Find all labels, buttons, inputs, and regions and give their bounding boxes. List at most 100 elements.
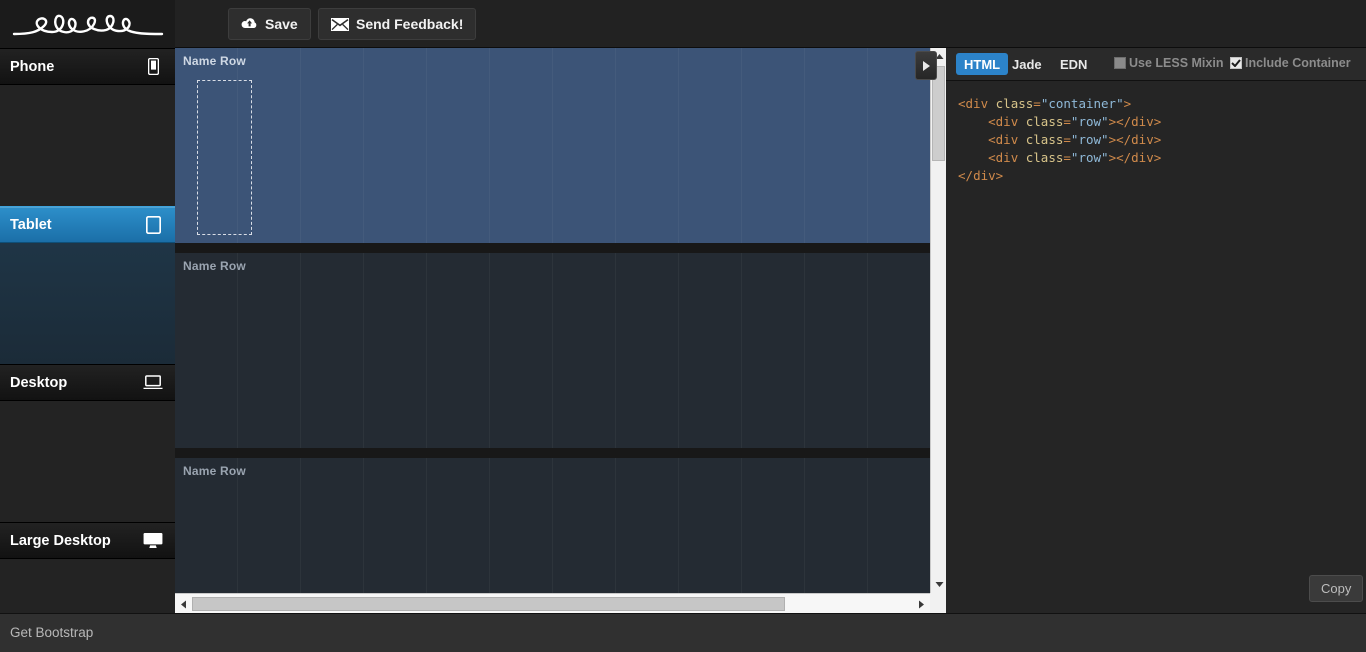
canvas-row[interactable]: Name Row (175, 458, 930, 593)
shoelace-logo-icon (12, 14, 164, 36)
column-guide (238, 253, 301, 448)
column-guide (616, 253, 679, 448)
save-button[interactable]: Save (228, 8, 311, 40)
code-token-pun: < (958, 96, 966, 111)
code-token-pun: > (1123, 96, 1132, 111)
column-guide (616, 48, 679, 243)
send-feedback-button-label: Send Feedback! (356, 16, 464, 32)
code-line: <div class="row"></div> (958, 149, 1354, 167)
column-guide (364, 458, 427, 593)
column-guide (364, 48, 427, 243)
row-separator (175, 448, 930, 458)
code-token-str: "container" (1040, 96, 1124, 111)
breakpoint-panel-tablet: Tablet (0, 206, 175, 364)
tablet-icon (143, 215, 163, 235)
generated-code[interactable]: <div class="container"> <div class="row"… (946, 81, 1366, 613)
column-guides (175, 458, 930, 593)
canvas-vertical-scroll-thumb[interactable] (932, 66, 945, 161)
copy-button[interactable]: Copy (1309, 575, 1364, 602)
code-token-str: "row" (1070, 114, 1109, 129)
column-placeholder[interactable] (197, 80, 252, 235)
column-guide (805, 48, 868, 243)
scroll-right-arrow[interactable] (913, 594, 930, 613)
code-token-tag: div (1131, 114, 1154, 129)
breakpoint-dropzone-phone[interactable] (0, 85, 175, 206)
use-less-mixin-checkbox[interactable] (1114, 57, 1126, 69)
row-label: Name Row (183, 464, 246, 478)
code-output-panel: HTML Jade EDN Use LESS Mixin Include Con… (946, 48, 1366, 613)
code-token-attr: class (1025, 132, 1064, 147)
canvas-scroll-viewport[interactable]: Name Row Name Row Name Row (175, 48, 930, 593)
code-token-pun: </ (958, 168, 974, 183)
tab-html[interactable]: HTML (956, 53, 1009, 75)
sidebar-item-label: Large Desktop (10, 532, 111, 549)
breakpoint-panel-desktop: Desktop (0, 364, 175, 522)
code-token-str: "row" (1070, 132, 1109, 147)
code-token-pun: = (1063, 114, 1071, 129)
code-token-str: "row" (1070, 150, 1109, 165)
breakpoint-panel-phone: Phone (0, 48, 175, 206)
column-guide (301, 253, 364, 448)
code-line: <div class="row"></div> (958, 113, 1354, 131)
include-container-label: Include Container (1245, 56, 1351, 70)
canvas-vertical-scrollbar[interactable] (930, 48, 946, 593)
column-guide (553, 458, 616, 593)
code-token-tag: div (965, 96, 989, 111)
sidebar-item-large-desktop[interactable]: Large Desktop (0, 522, 175, 559)
code-token-pun: < (988, 132, 996, 147)
code-line: <div class="container"> (958, 95, 1354, 113)
canvas-row[interactable]: Name Row (175, 48, 930, 243)
column-guide (868, 253, 930, 448)
scroll-left-arrow[interactable] (175, 594, 192, 613)
code-token-tag: div (995, 114, 1019, 129)
column-guide (301, 48, 364, 243)
code-token-pun: < (988, 150, 996, 165)
include-container-checkbox[interactable] (1230, 57, 1242, 69)
row-label: Name Row (183, 54, 246, 68)
use-less-mixin-label: Use LESS Mixin (1129, 56, 1224, 70)
app-logo[interactable] (0, 0, 175, 48)
send-feedback-button[interactable]: Send Feedback! (318, 8, 477, 40)
caret-down-icon (935, 582, 943, 587)
play-right-icon (922, 60, 930, 71)
column-guide (805, 458, 868, 593)
column-guide (490, 48, 553, 243)
tab-edn[interactable]: EDN (1052, 53, 1095, 75)
code-token-tag: div (1131, 132, 1154, 147)
column-guide (175, 253, 238, 448)
sidebar-item-label: Desktop (10, 374, 68, 391)
column-guide (553, 253, 616, 448)
breakpoint-dropzone-desktop[interactable] (0, 401, 175, 522)
sidebar-item-tablet[interactable]: Tablet (0, 206, 175, 243)
breakpoint-dropzone-tablet[interactable] (0, 243, 175, 364)
code-token-pun: > (1153, 132, 1162, 147)
code-token-attr: class (995, 96, 1034, 111)
get-bootstrap-link[interactable]: Get Bootstrap (10, 625, 93, 640)
include-container-option[interactable]: Include Container (1230, 56, 1351, 70)
canvas-row[interactable]: Name Row (175, 253, 930, 448)
tab-jade[interactable]: Jade (1004, 53, 1050, 75)
code-token-tag: div (995, 150, 1019, 165)
column-guide (427, 253, 490, 448)
scroll-down-arrow[interactable] (931, 576, 946, 593)
column-guide (238, 458, 301, 593)
sidebar-item-phone[interactable]: Phone (0, 48, 175, 85)
footer-bar: Get Bootstrap (0, 613, 1366, 652)
code-token-tag: div (973, 168, 996, 183)
canvas-horizontal-scrollbar[interactable] (175, 593, 930, 613)
canvas-horizontal-scroll-thumb[interactable] (192, 597, 785, 611)
sidebar-item-label: Tablet (10, 216, 52, 233)
sidebar-item-label: Phone (10, 58, 55, 75)
sidebar-item-desktop[interactable]: Desktop (0, 364, 175, 401)
breakpoint-dropzone-large-desktop[interactable] (0, 559, 175, 613)
row-separator (175, 243, 930, 253)
use-less-mixin-option[interactable]: Use LESS Mixin (1114, 56, 1223, 70)
column-guide (364, 253, 427, 448)
column-guide (553, 48, 616, 243)
panel-resize-handle[interactable] (915, 51, 937, 80)
save-button-label: Save (265, 16, 298, 32)
monitor-icon (143, 531, 163, 551)
